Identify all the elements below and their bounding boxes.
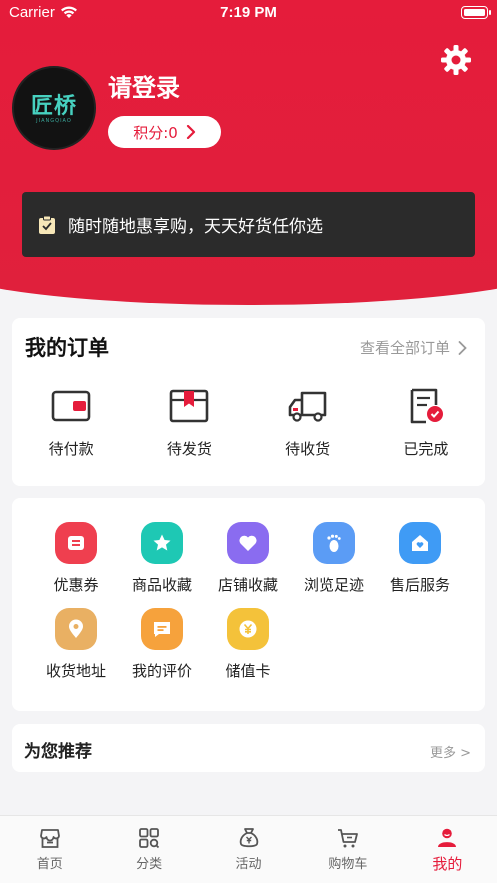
view-all-label: 查看全部订单 bbox=[359, 339, 450, 357]
view-all-orders-link[interactable]: 查看全部订单 bbox=[360, 337, 467, 358]
tool-label: 售后服务 bbox=[389, 576, 450, 594]
cart-icon bbox=[337, 829, 358, 848]
order-label: 待付款 bbox=[48, 440, 94, 458]
tool-label: 浏览足迹 bbox=[303, 576, 364, 594]
tool-browse-history[interactable]: 浏览足迹 bbox=[291, 522, 377, 595]
package-icon bbox=[170, 389, 209, 423]
tab-category[interactable]: 分类 bbox=[99, 816, 198, 883]
comment-icon bbox=[141, 608, 183, 650]
heart-icon bbox=[227, 522, 269, 564]
tool-product-favorites[interactable]: 商品收藏 bbox=[119, 522, 205, 595]
wallet-icon bbox=[51, 390, 91, 422]
points-button[interactable]: 积分:0 bbox=[108, 116, 221, 148]
tool-label: 商品收藏 bbox=[131, 576, 192, 594]
points-label: 积分:0 bbox=[133, 123, 178, 142]
order-pending-receipt[interactable]: 待收货 bbox=[249, 388, 367, 459]
chevron-right-icon bbox=[458, 340, 467, 355]
recommend-more-link[interactable]: 更多 > bbox=[430, 742, 471, 761]
category-grid-icon bbox=[139, 828, 160, 849]
tab-label: 活动 bbox=[235, 857, 262, 872]
status-bar: Carrier 7:19 PM bbox=[0, 0, 497, 26]
tab-home[interactable]: 首页 bbox=[0, 816, 99, 883]
money-bag-icon bbox=[239, 828, 258, 848]
orders-title: 我的订单 bbox=[25, 336, 109, 360]
location-pin-icon bbox=[55, 608, 97, 650]
footprint-icon bbox=[313, 522, 355, 564]
tool-shipping-address[interactable]: 收货地址 bbox=[33, 608, 119, 681]
tool-after-sales[interactable]: 售后服务 bbox=[377, 522, 463, 595]
order-label: 已完成 bbox=[403, 440, 449, 458]
yen-coin-icon bbox=[227, 608, 269, 650]
chevron-right-icon bbox=[186, 125, 195, 139]
order-pending-shipment[interactable]: 待发货 bbox=[130, 388, 248, 459]
coupon-icon bbox=[55, 522, 97, 564]
tool-stored-value-card[interactable]: 储值卡 bbox=[205, 608, 291, 681]
tools-card: 优惠券 商品收藏 店铺收藏 浏览足迹 售后服务 收货地址 我的评价 储值卡 bbox=[12, 498, 485, 711]
promo-banner: 随时随地惠享购，天天好货任你选 bbox=[22, 192, 475, 257]
tab-label: 购物车 bbox=[328, 857, 368, 872]
star-icon bbox=[141, 522, 183, 564]
tool-store-favorites[interactable]: 店铺收藏 bbox=[205, 522, 291, 595]
order-label: 待收货 bbox=[285, 440, 331, 458]
tool-label: 优惠券 bbox=[53, 576, 99, 594]
home-heart-icon bbox=[399, 522, 441, 564]
tab-label: 我的 bbox=[432, 855, 463, 873]
battery-icon bbox=[461, 6, 491, 19]
tab-profile[interactable]: 我的 bbox=[398, 816, 497, 883]
order-label: 待发货 bbox=[166, 440, 212, 458]
logo-text: 匠桥 bbox=[30, 94, 77, 119]
tool-label: 我的评价 bbox=[131, 662, 192, 680]
order-completed[interactable]: 已完成 bbox=[367, 388, 485, 459]
tab-label: 首页 bbox=[36, 857, 63, 872]
tool-coupons[interactable]: 优惠券 bbox=[33, 522, 119, 595]
recommend-title: 为您推荐 bbox=[24, 742, 92, 762]
tool-my-reviews[interactable]: 我的评价 bbox=[119, 608, 205, 681]
tool-label: 收货地址 bbox=[45, 662, 106, 680]
tab-bar: 首页 分类 活动 购物车 我的 bbox=[0, 815, 497, 883]
profile-icon bbox=[438, 828, 457, 847]
logo-subtext: JIANGQIAO bbox=[36, 118, 72, 124]
order-pending-payment[interactable]: 待付款 bbox=[12, 388, 130, 459]
home-store-icon bbox=[39, 829, 60, 848]
avatar[interactable]: 匠桥 JIANGQIAO bbox=[12, 66, 96, 150]
login-link[interactable]: 请登录 bbox=[108, 68, 180, 103]
clipboard-check-icon bbox=[39, 215, 55, 234]
tab-activity[interactable]: 活动 bbox=[199, 816, 298, 883]
truck-icon bbox=[288, 391, 326, 422]
tab-cart[interactable]: 购物车 bbox=[298, 816, 397, 883]
tab-label: 分类 bbox=[136, 857, 163, 872]
clock: 7:19 PM bbox=[220, 4, 277, 21]
recommend-section: 为您推荐 更多 > bbox=[12, 724, 485, 772]
banner-text: 随时随地惠享购，天天好货任你选 bbox=[68, 217, 323, 237]
completed-document-icon bbox=[410, 388, 443, 424]
header-background bbox=[0, 0, 497, 305]
order-status-row: 待付款 待发货 待收货 已完成 bbox=[12, 388, 485, 459]
orders-card: 我的订单 查看全部订单 待付款 待发货 待收货 已完成 bbox=[12, 318, 485, 486]
gear-icon[interactable] bbox=[438, 42, 474, 78]
profile-header: Carrier 7:19 PM 匠桥 JIANGQIAO 请登录 积分:0 随时… bbox=[0, 0, 497, 305]
tool-label: 储值卡 bbox=[225, 662, 271, 680]
tool-label: 店铺收藏 bbox=[217, 576, 278, 594]
